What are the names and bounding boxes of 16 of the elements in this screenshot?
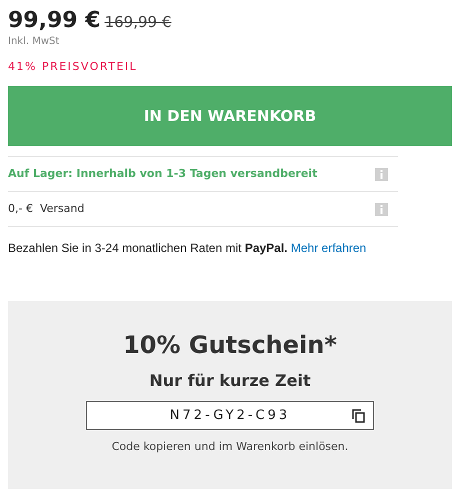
shipping-info: 0,- € Versand	[8, 200, 84, 217]
voucher-note: Code kopieren und im Warenkorb einlösen.	[112, 439, 348, 455]
tax-note: Inkl. MwSt	[8, 37, 60, 47]
stock-status: Auf Lager: Innerhalb von 1-3 Tagen versandbereit	[8, 166, 318, 182]
add-to-cart-button[interactable]: IN DEN WARENKORB	[8, 86, 452, 146]
paypal-text: Bezahlen Sie in 3-24 monatlichen Raten mit PayPal.	[8, 241, 288, 255]
info-icon[interactable]	[375, 202, 388, 216]
voucher-subtitle: Nur für kurze Zeit	[149, 370, 311, 392]
current-price: 99,99 €	[8, 7, 101, 35]
voucher-code-field[interactable]: N72-GY2-C93	[86, 401, 374, 430]
discount-label: 41% PREISVORTEIL	[8, 61, 138, 72]
voucher-title: 10% Gutschein*	[123, 330, 337, 361]
info-icon[interactable]	[375, 168, 388, 180]
old-price: 169,99 €	[104, 12, 172, 33]
copy-icon[interactable]	[352, 409, 365, 423]
learn-more-link[interactable]: Mehr erfahren	[290, 241, 366, 255]
